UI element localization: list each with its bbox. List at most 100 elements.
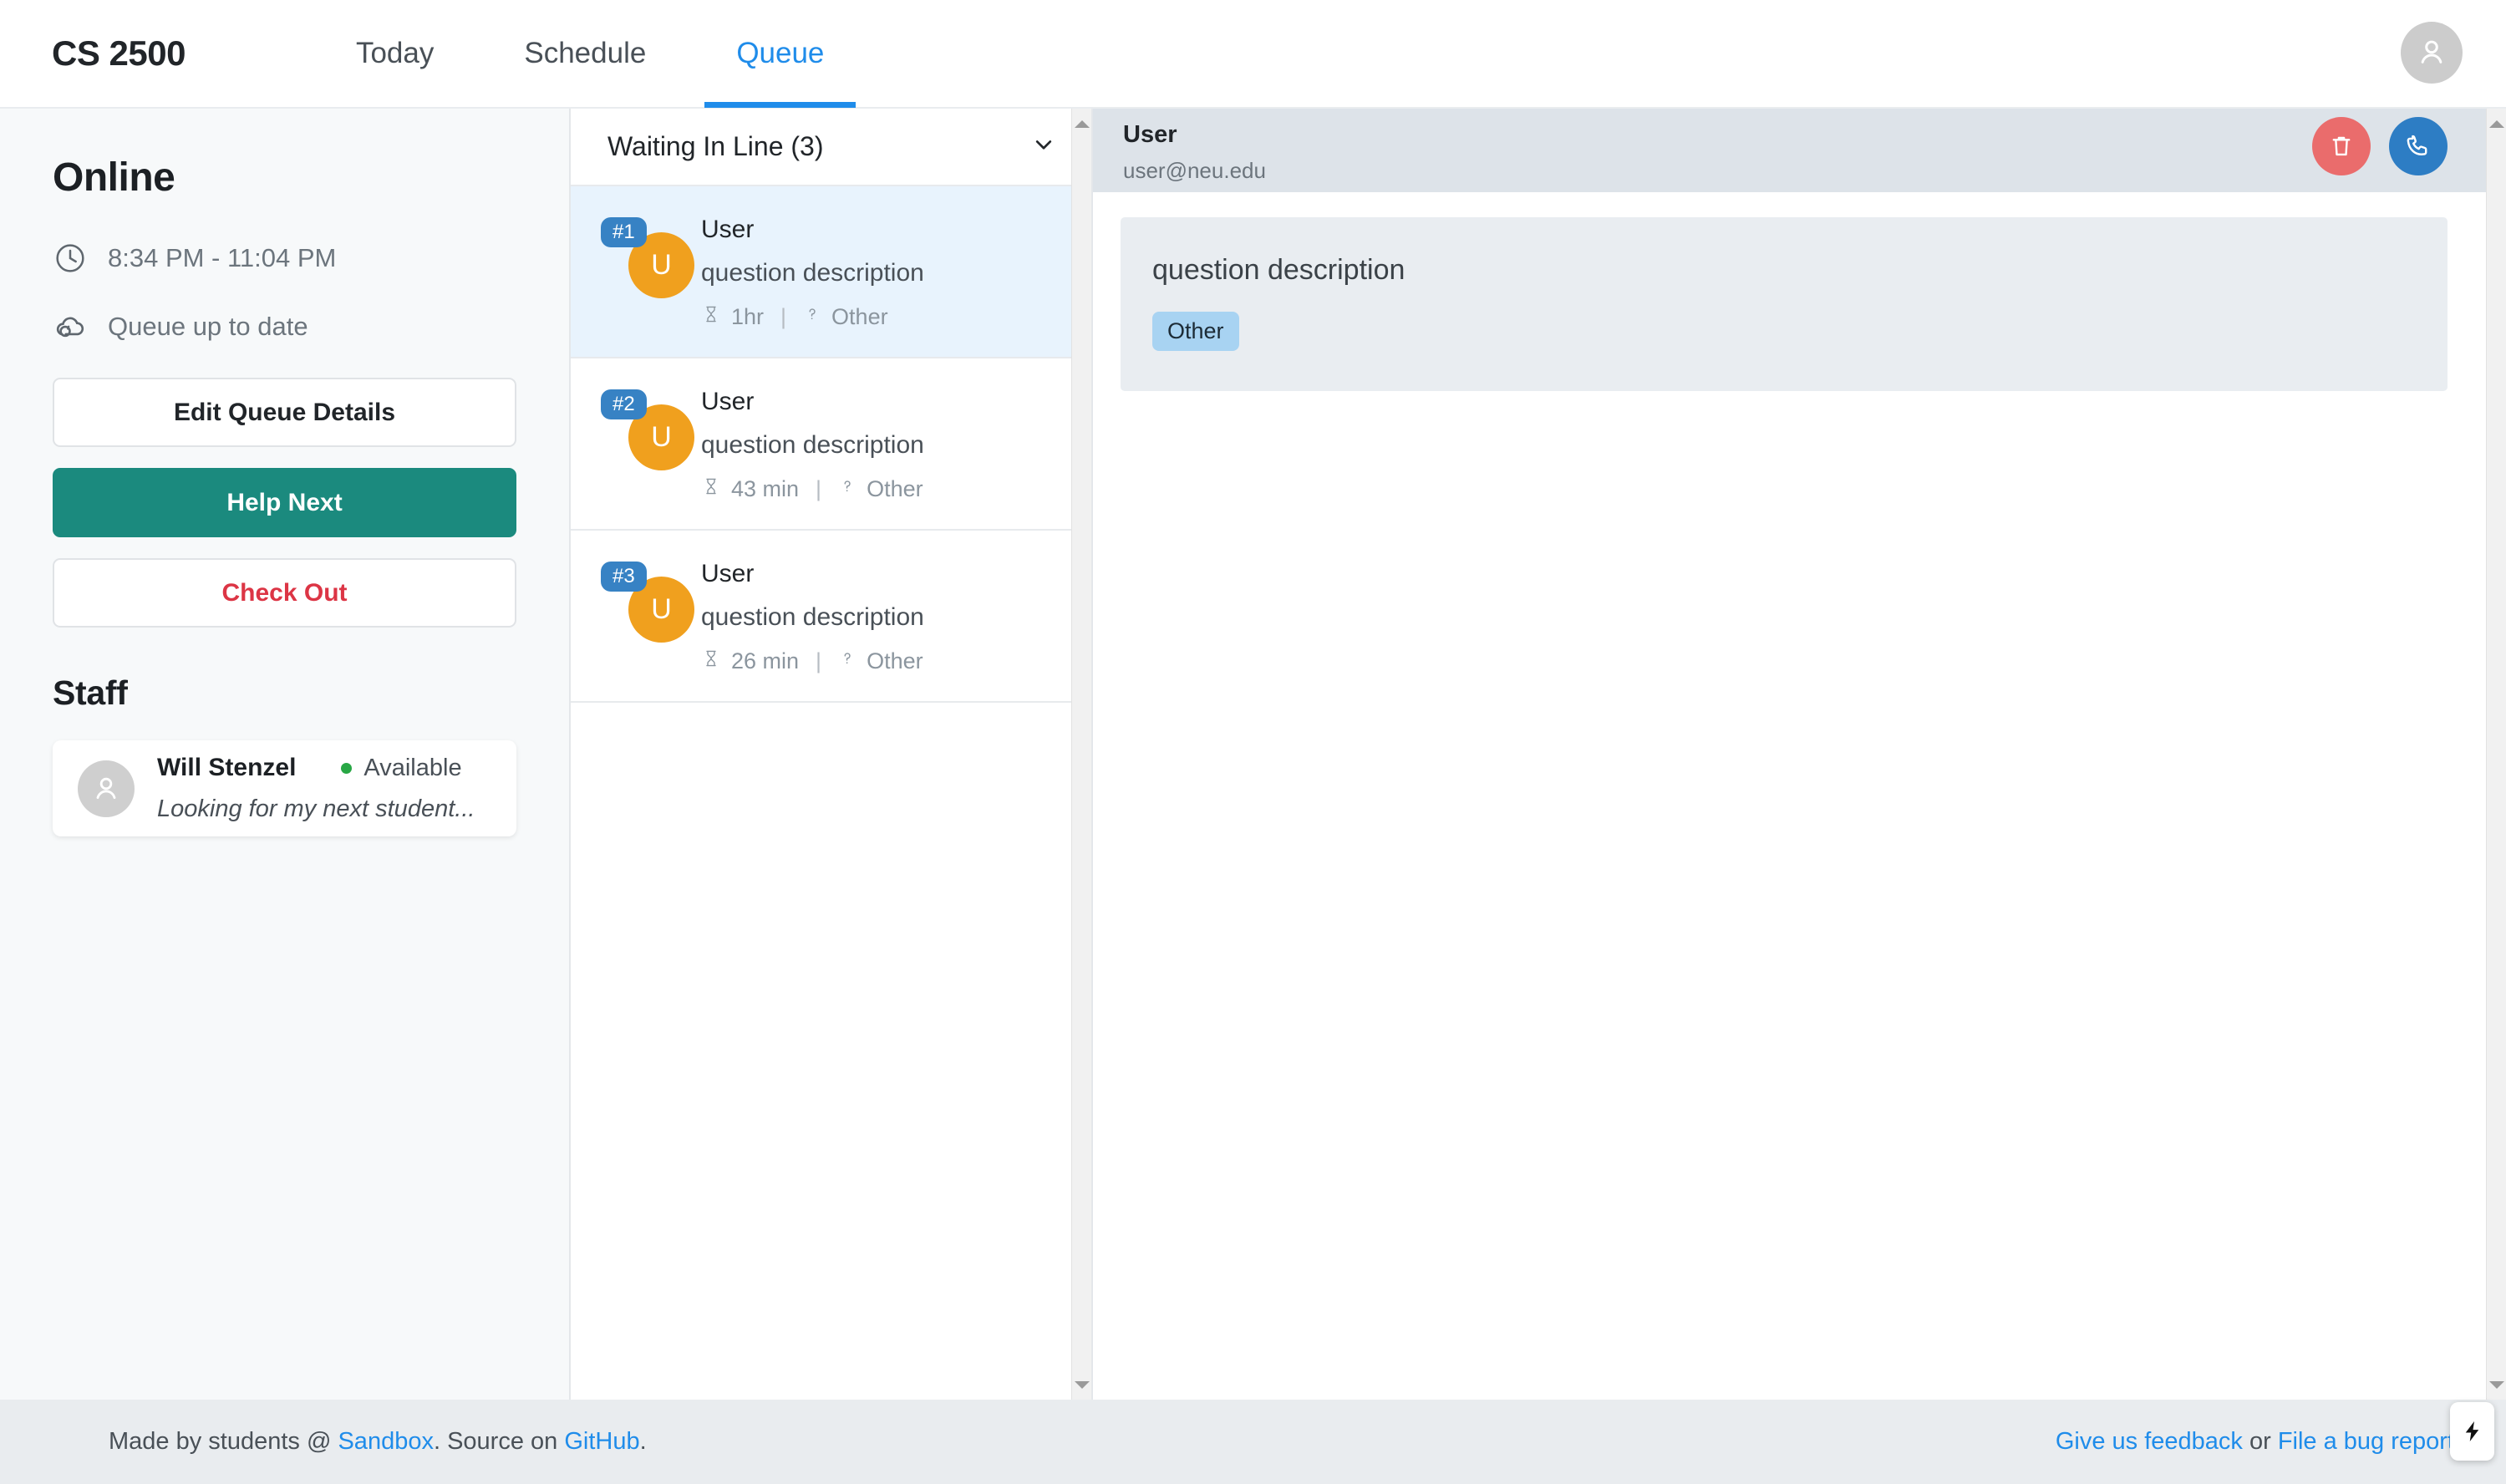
scroll-up-arrow-icon[interactable]	[1072, 114, 1092, 134]
queue-item-wait-time: 1hr	[731, 304, 764, 330]
queue-sync-row: Queue up to date	[53, 309, 516, 344]
queue-item-type: Other	[867, 476, 923, 502]
detail-header: User user@neu.edu	[1093, 109, 2486, 192]
question-detail-panel: User user@neu.edu question description	[1093, 109, 2506, 1400]
meta-divider: |	[780, 304, 786, 330]
staff-note: Looking for my next student...	[157, 795, 491, 823]
help-next-button[interactable]: Help Next	[53, 468, 516, 537]
footer-source-text: . Source on	[434, 1428, 564, 1455]
hourglass-icon	[701, 476, 721, 502]
top-navbar: CS 2500 Today Schedule Queue	[0, 0, 2506, 109]
question-type-tag: Other	[1152, 312, 1239, 351]
meta-divider: |	[816, 648, 821, 674]
main-layout: Online 8:34 PM - 11:04 PM Queue up to da…	[0, 109, 2506, 1400]
queue-item-type: Other	[867, 648, 923, 674]
tab-today-label: Today	[356, 37, 434, 70]
footer-or-text: or	[2243, 1428, 2278, 1455]
queue-item-name: User	[701, 388, 1075, 416]
staff-status-label: Available	[363, 755, 461, 782]
scroll-down-arrow-icon[interactable]	[1072, 1375, 1092, 1395]
queue-hours-text: 8:34 PM - 11:04 PM	[108, 243, 336, 273]
queue-item-meta: 43 min | Other	[701, 476, 1075, 502]
list-item[interactable]: #2 U User question description	[571, 358, 1091, 531]
question-mark-icon	[838, 476, 857, 502]
tab-queue-label: Queue	[736, 37, 824, 70]
footer-links: Give us feedback or File a bug report	[2056, 1428, 2454, 1456]
check-out-button[interactable]: Check Out	[53, 558, 516, 628]
staff-card[interactable]: Will Stenzel Available Looking for my ne…	[53, 740, 516, 836]
footer-credits: Made by students @ Sandbox. Source on Gi…	[109, 1428, 647, 1456]
person-icon	[2414, 35, 2449, 70]
queue-section-header[interactable]: Waiting In Line (3)	[571, 109, 1091, 186]
queue-item-description: question description	[701, 259, 1075, 287]
file-bug-report-link[interactable]: File a bug report	[2278, 1428, 2454, 1455]
footer-trailing-dot: .	[640, 1428, 647, 1455]
lightning-bolt-icon	[2460, 1419, 2485, 1444]
queue-section-label: Waiting In Line (3)	[607, 131, 823, 162]
footer: Made by students @ Sandbox. Source on Gi…	[0, 1400, 2506, 1484]
tab-schedule[interactable]: Schedule	[479, 0, 691, 108]
sandbox-link[interactable]: Sandbox	[338, 1428, 434, 1455]
queue-item-body: User question description 43 min |	[701, 386, 1075, 501]
queue-item-avatar-group: #2 U	[601, 386, 701, 501]
github-link[interactable]: GitHub	[564, 1428, 639, 1455]
queue-list-panel: Waiting In Line (3) #1 U User question d…	[571, 109, 1093, 1400]
delete-question-button[interactable]	[2312, 117, 2371, 175]
queue-position-badge: #2	[601, 389, 647, 419]
staff-section-title: Staff	[53, 673, 516, 713]
trash-icon	[2327, 132, 2356, 160]
user-avatar-button[interactable]	[2401, 22, 2463, 84]
hourglass-icon	[701, 648, 721, 674]
detail-panel-scrollbar[interactable]	[2486, 109, 2506, 1400]
detail-student-email: user@neu.edu	[1123, 158, 1266, 184]
chevron-down-icon[interactable]	[1029, 130, 1058, 163]
nav-tabs: Today Schedule Queue	[311, 0, 869, 108]
queue-items: #1 U User question description	[571, 186, 1091, 1400]
queue-item-wait-time: 26 min	[731, 648, 799, 674]
queue-item-wait-time: 43 min	[731, 476, 799, 502]
detail-student-name: User	[1123, 122, 1266, 149]
detail-identity: User user@neu.edu	[1123, 122, 1266, 184]
queue-item-description: question description	[701, 431, 1075, 460]
footer-made-by-text: Made by students @	[109, 1428, 338, 1455]
cloud-sync-icon	[53, 309, 88, 344]
list-item[interactable]: #3 U User question description	[571, 531, 1091, 703]
status-dot-icon	[341, 763, 352, 774]
detail-actions	[2312, 117, 2448, 175]
queue-item-description: question description	[701, 603, 1075, 632]
clock-icon	[53, 241, 88, 276]
avatar	[78, 760, 135, 817]
queue-position-badge: #1	[601, 217, 647, 247]
status-badge: Available	[341, 755, 461, 782]
call-student-button[interactable]	[2389, 117, 2448, 175]
queue-item-meta: 1hr | Other	[701, 304, 1075, 330]
queue-item-avatar-group: #1 U	[601, 214, 701, 329]
queue-item-name: User	[701, 216, 1075, 244]
quick-action-button[interactable]	[2450, 1402, 2494, 1461]
edit-queue-details-button[interactable]: Edit Queue Details	[53, 378, 516, 447]
scroll-down-arrow-icon[interactable]	[2487, 1375, 2506, 1395]
queue-item-body: User question description 26 min |	[701, 558, 1075, 673]
question-mark-icon	[838, 648, 857, 674]
queue-status-title: Online	[53, 155, 516, 201]
app-brand: CS 2500	[52, 36, 186, 71]
give-feedback-link[interactable]: Give us feedback	[2056, 1428, 2243, 1455]
hourglass-icon	[701, 304, 721, 330]
question-mark-icon	[803, 304, 821, 330]
staff-info: Will Stenzel Available Looking for my ne…	[157, 754, 491, 823]
queue-position-badge: #3	[601, 562, 647, 592]
phone-icon	[2404, 132, 2432, 160]
queue-item-type: Other	[831, 304, 888, 330]
list-item[interactable]: #1 U User question description	[571, 186, 1091, 358]
tab-today[interactable]: Today	[311, 0, 479, 108]
queue-item-meta: 26 min | Other	[701, 648, 1075, 674]
tab-schedule-label: Schedule	[524, 37, 646, 70]
staff-name: Will Stenzel	[157, 754, 296, 782]
scroll-up-arrow-icon[interactable]	[2487, 114, 2506, 134]
queue-item-name: User	[701, 560, 1075, 588]
queue-list-scrollbar[interactable]	[1071, 109, 1091, 1400]
question-card: question description Other	[1121, 217, 2448, 391]
tab-queue[interactable]: Queue	[691, 0, 869, 108]
sidebar: Online 8:34 PM - 11:04 PM Queue up to da…	[0, 109, 571, 1400]
meta-divider: |	[816, 476, 821, 502]
